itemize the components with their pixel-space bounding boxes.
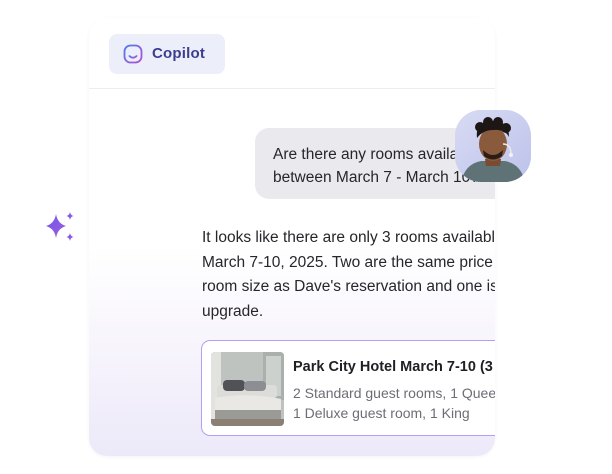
chat-header: Copilot: [89, 18, 495, 89]
hotel-result-card[interactable]: Park City Hotel March 7-10 (3 nights) 2 …: [201, 340, 495, 436]
copilot-label: Copilot: [152, 45, 206, 62]
copilot-chat-panel: Copilot Are there any rooms available be…: [89, 18, 495, 456]
copilot-face-icon: [123, 44, 143, 64]
hotel-card-title: Park City Hotel March 7-10 (3 nights): [293, 359, 495, 375]
copilot-badge[interactable]: Copilot: [109, 34, 225, 74]
hotel-room-line: 1 Deluxe guest room, 1 King: [293, 405, 470, 421]
sparkle-icon: [46, 212, 74, 241]
user-avatar: [455, 110, 531, 182]
hotel-room-line: 2 Standard guest rooms, 1 Queen: [293, 385, 495, 401]
assistant-message: It looks like there are only 3 rooms ava…: [202, 229, 495, 320]
hotel-room-image: [211, 352, 284, 426]
